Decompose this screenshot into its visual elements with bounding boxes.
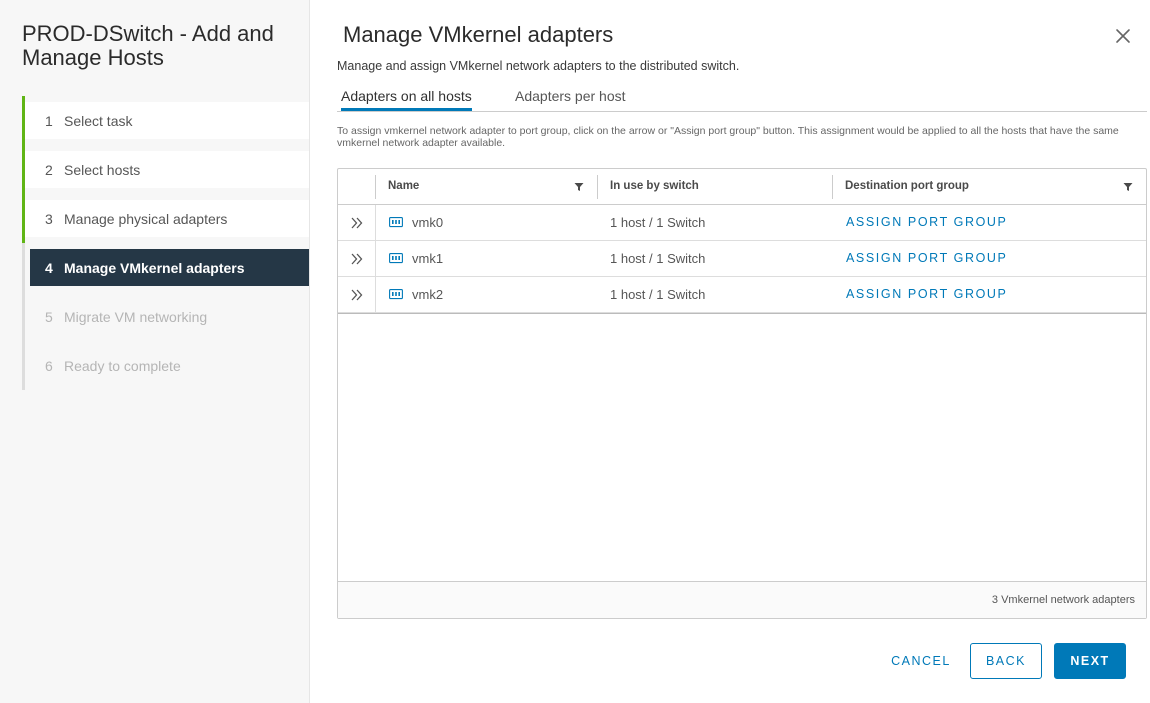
column-separator (375, 175, 376, 199)
column-header-name[interactable]: Name (388, 180, 419, 192)
table-row: vmk2 1 host / 1 Switch ASSIGN PORT GROUP (338, 277, 1146, 313)
assign-port-group-link[interactable]: ASSIGN PORT GROUP (846, 287, 1008, 301)
row-separator (375, 277, 376, 312)
step-manage-physical-adapters[interactable]: 3 Manage physical adapters (22, 194, 309, 243)
grid-footer: 3 Vmkernel network adapters (338, 581, 1146, 618)
adapter-name: vmk2 (412, 287, 444, 302)
row-separator (375, 205, 376, 240)
step-select-task[interactable]: 1 Select task (22, 96, 309, 145)
step-manage-vmkernel-adapters[interactable]: 4 Manage VMkernel adapters (30, 249, 309, 286)
step-label: Manage VMkernel adapters (64, 259, 245, 276)
step-number: 4 (45, 259, 53, 276)
step-number: 6 (45, 357, 53, 374)
next-button[interactable]: NEXT (1054, 643, 1126, 679)
step-label: Select task (64, 112, 133, 129)
close-button[interactable] (1113, 26, 1133, 46)
tab-adapters-per-host[interactable]: Adapters per host (515, 88, 626, 110)
grid-header: Name In use by switch Destination port g… (338, 169, 1146, 205)
step-label: Migrate VM networking (64, 308, 208, 325)
step-select-hosts[interactable]: 2 Select hosts (22, 145, 309, 194)
column-separator[interactable] (832, 175, 833, 199)
step-number: 1 (45, 112, 53, 129)
step-label: Select hosts (64, 161, 141, 178)
tab-bar: Adapters on all hosts Adapters per host (337, 84, 1147, 112)
double-chevron-right-icon[interactable] (350, 216, 364, 230)
adapter-name: vmk0 (412, 215, 444, 230)
double-chevron-right-icon[interactable] (350, 252, 364, 266)
tab-adapters-on-all-hosts[interactable]: Adapters on all hosts (341, 88, 472, 111)
grid-body-divider (338, 313, 1146, 314)
adapter-in-use: 1 host / 1 Switch (610, 251, 706, 266)
network-adapter-icon (389, 217, 403, 228)
adapter-in-use: 1 host / 1 Switch (610, 287, 706, 302)
table-row: vmk0 1 host / 1 Switch ASSIGN PORT GROUP (338, 205, 1146, 241)
column-separator[interactable] (597, 175, 598, 199)
step-ready-to-complete: 6 Ready to complete (25, 347, 309, 384)
column-header-in-use[interactable]: In use by switch (610, 180, 699, 192)
assign-port-group-link[interactable]: ASSIGN PORT GROUP (846, 215, 1008, 229)
cancel-button[interactable]: CANCEL (883, 643, 959, 679)
step-label: Ready to complete (64, 357, 181, 374)
step-label: Manage physical adapters (64, 210, 228, 227)
step-number: 2 (45, 161, 53, 178)
adapter-name: vmk1 (412, 251, 444, 266)
step-number: 3 (45, 210, 53, 227)
back-button[interactable]: BACK (970, 643, 1042, 679)
close-icon (1116, 29, 1130, 43)
wizard-main: Manage VMkernel adapters Manage and assi… (310, 0, 1150, 703)
row-separator (375, 241, 376, 276)
step-migrate-vm-networking: 5 Migrate VM networking (25, 298, 309, 335)
step-number: 5 (45, 308, 53, 325)
wizard-steps: 1 Select task 2 Select hosts 3 Manage ph… (22, 96, 310, 390)
adapter-count: 3 Vmkernel network adapters (991, 594, 1135, 606)
network-adapter-icon (389, 253, 403, 264)
table-row: vmk1 1 host / 1 Switch ASSIGN PORT GROUP (338, 241, 1146, 277)
assignment-hint: To assign vmkernel network adapter to po… (337, 125, 1119, 149)
wizard-sidebar: PROD-DSwitch - Add and Manage Hosts 1 Se… (0, 0, 310, 703)
vmkernel-adapters-grid: Name In use by switch Destination port g… (337, 168, 1147, 619)
page-subtitle: Manage and assign VMkernel network adapt… (337, 59, 740, 73)
wizard-title: PROD-DSwitch - Add and Manage Hosts (22, 21, 274, 70)
column-header-destination[interactable]: Destination port group (845, 180, 969, 192)
filter-icon[interactable] (1123, 182, 1133, 192)
assign-port-group-link[interactable]: ASSIGN PORT GROUP (846, 251, 1008, 265)
adapter-in-use: 1 host / 1 Switch (610, 215, 706, 230)
network-adapter-icon (389, 289, 403, 300)
double-chevron-right-icon[interactable] (350, 288, 364, 302)
filter-icon[interactable] (574, 182, 584, 192)
page-title: Manage VMkernel adapters (343, 22, 614, 47)
